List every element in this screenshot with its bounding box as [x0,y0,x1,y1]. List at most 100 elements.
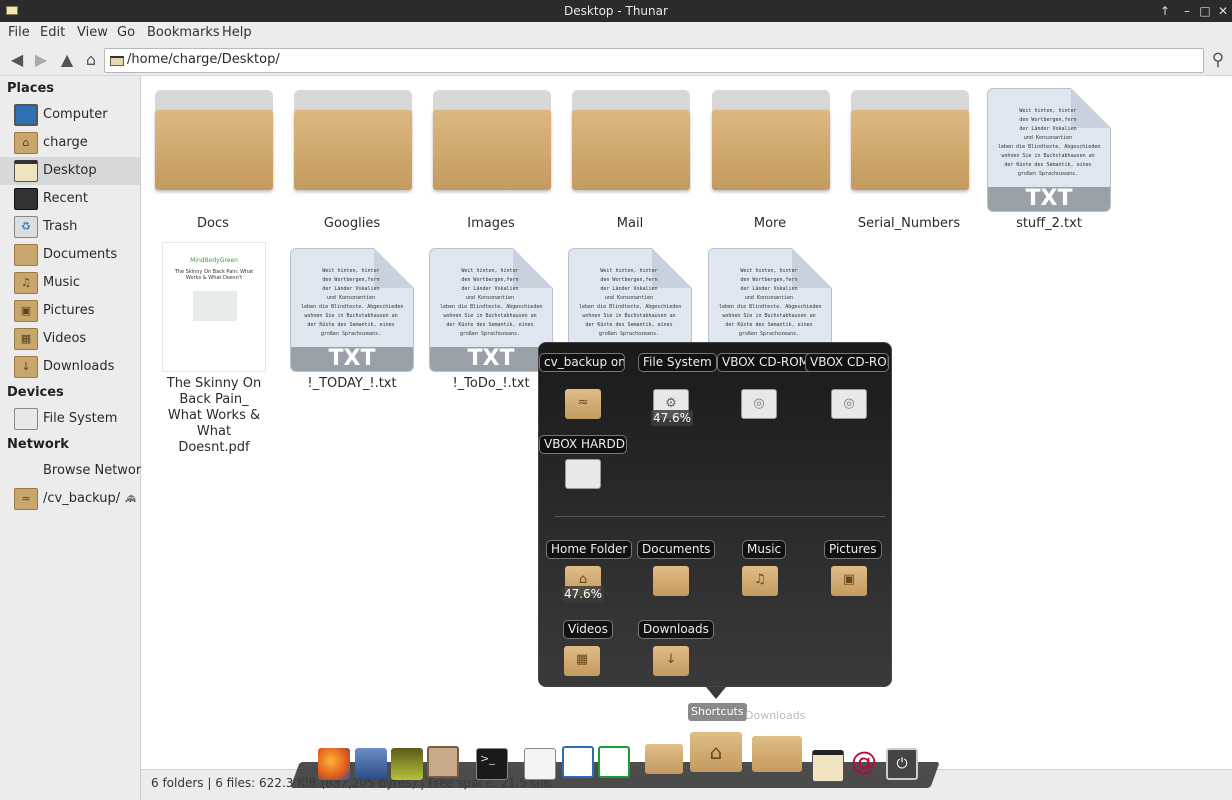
stack-item-label: cv_backup on c [539,353,625,372]
menu-help[interactable]: Help [222,25,252,40]
trash-icon: ♻ [14,216,38,238]
location-bar[interactable] [104,48,1204,73]
sidebar-item-label: Desktop [43,163,97,178]
debian-icon[interactable]: @ [848,746,880,778]
sidebar-item-label: charge [43,135,88,150]
stack-item-label: Pictures [824,540,882,559]
keep-on-top-button[interactable]: ↑ [1156,2,1174,20]
sidebar-item-desktop[interactable]: Desktop [0,157,140,185]
usage-percent: 47.6% [651,410,693,426]
txt-badge: TXT [430,347,552,371]
pictures-folder-icon: ▣ [14,300,38,322]
sidebar-item-label: Music [43,275,80,290]
file-name: Serial_Numbers [857,216,961,231]
desktop-icon [110,56,124,66]
sidebar-item-music[interactable]: ♫ Music [0,269,140,297]
computer-icon [14,104,38,126]
sidebar-item-label: Downloads [43,359,115,374]
folder-icon [572,90,690,190]
sidebar-item-label: Trash [43,219,78,234]
sidebar-item-label: Documents [43,247,118,262]
sidebar-item-documents[interactable]: Documents [0,241,140,269]
network-share-icon: ≈ [14,488,38,510]
window-title: Desktop - Thunar [564,4,668,18]
home-icon[interactable]: ⌂ [82,51,100,69]
stack-item-vbox-cdrom-2[interactable]: VBOX CD-ROM- ◎ [805,353,895,433]
stack-item-vbox-harddisk[interactable]: VBOX HARDDIS [539,435,629,515]
folder-icon [851,90,969,190]
sidebar-item-label: Videos [43,331,87,346]
close-button[interactable]: ✕ [1214,2,1232,20]
folder-icon[interactable] [645,744,683,774]
text-preview: Weit hinten, hinter den Wortbergen,fern … [719,268,822,337]
folder-icon [712,90,830,190]
stack-item-label: Music [742,540,787,559]
file-cabinet-icon[interactable] [427,746,459,778]
stack-item-home-folder[interactable]: Home Folder ⌂ 47.6% [546,540,636,620]
stack-item-vbox-cdrom[interactable]: VBOX CD-ROM ◎ [717,353,815,433]
title-bar: Desktop - Thunar ↑ – □ ✕ [0,0,1232,22]
text-preview: Weit hinten, hinter den Wortbergen,fern … [998,108,1101,177]
writer-icon[interactable] [562,746,594,778]
sidebar-item-label: Browse Network [43,463,149,478]
stack-item-documents[interactable]: Documents [637,540,727,620]
terminal-icon[interactable]: >_ [476,748,508,780]
stack-item-cv-backup[interactable]: cv_backup on c ≈ [539,353,629,433]
sidebar-item-charge[interactable]: ⌂ charge [0,129,140,157]
file-name: More [753,216,787,231]
sidebar-item-videos[interactable]: ▦ Videos [0,325,140,353]
sidebar-item-browse-network[interactable]: Browse Network [0,457,149,485]
sidebar-item-file-system[interactable]: File System [0,405,140,433]
pictures-folder-icon: ▣ [831,566,867,596]
stack-item-pictures[interactable]: Pictures ▣ [824,540,914,620]
maximize-button[interactable]: □ [1196,2,1214,20]
sidebar-item-computer[interactable]: Computer [0,101,140,129]
menu-view[interactable]: View [77,25,108,40]
eject-icon[interactable]: ⏏ [126,491,136,504]
location-input[interactable] [127,52,1197,67]
text-editor-icon[interactable] [524,748,556,780]
sidebar-item-label: /cv_backup/ ... [43,491,137,506]
stack-item-label: VBOX HARDDIS [539,435,627,454]
home-folder-icon[interactable]: ⌂ [690,732,742,772]
harddisk-icon [565,459,601,489]
folder-icon [433,90,551,190]
up-arrow-icon[interactable]: ▲ [58,51,76,69]
menu-edit[interactable]: Edit [40,25,65,40]
desktop-icon[interactable] [812,750,844,782]
system-tray [975,792,1232,800]
documents-folder-icon [14,244,38,266]
music-folder-icon: ♫ [14,272,38,294]
downloads-folder-icon: ↓ [14,356,38,378]
stack-item-music[interactable]: Music ♫ [742,540,832,620]
home-folder-icon: ⌂ [14,132,38,154]
sidebar-item-recent[interactable]: Recent [0,185,140,213]
file-name: Images [467,216,515,231]
folder-icon [294,90,412,190]
image-viewer-icon[interactable] [391,748,423,780]
power-icon[interactable]: ⏻ [886,748,918,780]
downloads-folder-icon[interactable] [752,736,802,772]
menu-bookmarks[interactable]: Bookmarks [147,25,220,40]
firefox-icon[interactable] [318,748,350,780]
sidebar-item-trash[interactable]: ♻ Trash [0,213,140,241]
back-arrow-icon[interactable]: ◀ [8,51,26,69]
sidebar-item-pictures[interactable]: ▣ Pictures [0,297,140,325]
sidebar-item-downloads[interactable]: ↓ Downloads [0,353,140,381]
thunderbird-icon[interactable] [355,748,387,780]
stack-item-file-system[interactable]: File System ⚙ 47.6% [638,353,728,433]
minimize-button[interactable]: – [1178,2,1196,20]
menu-go[interactable]: Go [117,25,135,40]
calc-icon[interactable] [598,746,630,778]
videos-folder-icon: ▦ [564,646,600,676]
search-icon[interactable]: ⚲ [1209,51,1227,69]
recent-icon [14,188,38,210]
dock: >_ ⌂ @ ⏻ [290,732,940,790]
stack-item-label: Documents [637,540,716,559]
stack-item-label: VBOX CD-ROM- [805,353,889,372]
devices-header: Devices [7,385,64,400]
file-name: The Skinny On Back Pain_ What Works & Wh… [166,376,262,455]
menu-file[interactable]: File [8,25,30,40]
forward-arrow-icon[interactable]: ▶ [32,51,50,69]
sidebar-item-cv-backup[interactable]: ≈ /cv_backup/ ... ⏏ [0,485,140,513]
